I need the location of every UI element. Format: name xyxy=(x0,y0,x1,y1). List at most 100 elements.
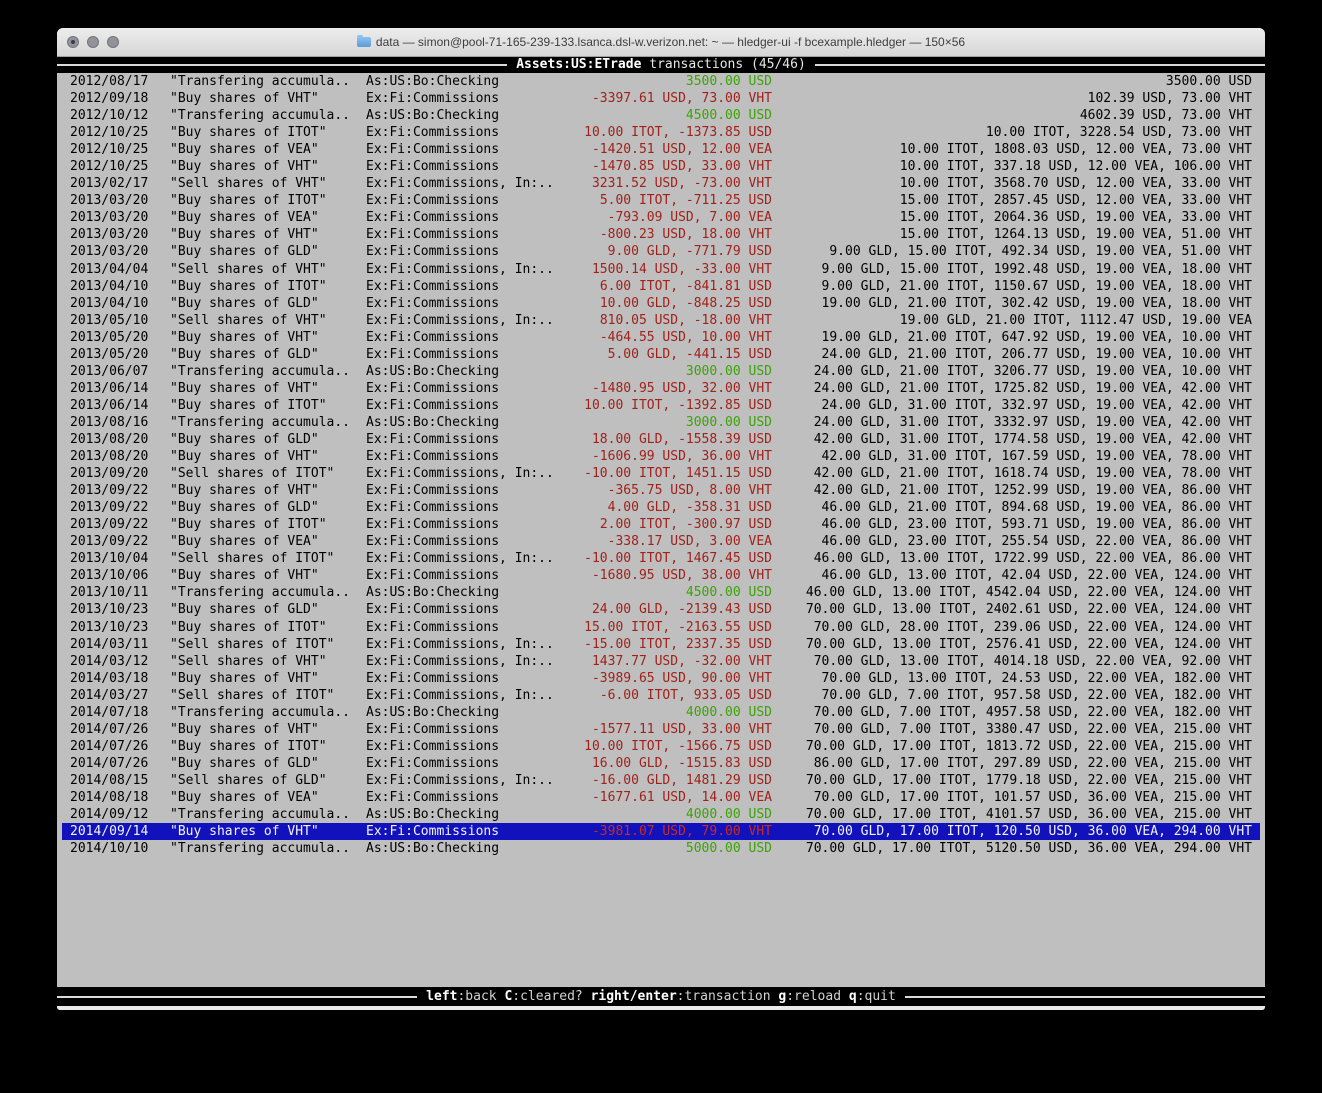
transaction-date: 2014/03/11 xyxy=(70,636,170,653)
transaction-row[interactable]: 2014/03/12 "Sell shares of VHT" Ex:Fi:Co… xyxy=(62,653,1260,670)
other-account: Ex:Fi:Commissions xyxy=(366,346,556,363)
running-balance: 70.00 GLD, 17.00 ITOT, 1779.18 USD, 22.0… xyxy=(772,772,1252,789)
transaction-description: "Sell shares of VHT" xyxy=(170,653,366,670)
transaction-row[interactable]: 2013/03/20 "Buy shares of VHT" Ex:Fi:Com… xyxy=(62,226,1260,243)
transaction-row[interactable]: 2013/08/20 "Buy shares of GLD" Ex:Fi:Com… xyxy=(62,431,1260,448)
amount-change: -800.23 USD, 18.00 VHT xyxy=(556,226,772,243)
transaction-date: 2014/08/18 xyxy=(70,789,170,806)
zoom-button-icon[interactable] xyxy=(107,36,119,48)
window-bottom-edge[interactable] xyxy=(57,1006,1265,1010)
transaction-row[interactable]: 2014/08/18 "Buy shares of VEA" Ex:Fi:Com… xyxy=(62,789,1260,806)
transaction-row[interactable]: 2012/08/17 "Transfering accumula.. As:US… xyxy=(62,73,1260,90)
transaction-description: "Buy shares of VHT" xyxy=(170,670,366,687)
transaction-row[interactable]: 2014/07/26 "Buy shares of ITOT" Ex:Fi:Co… xyxy=(62,738,1260,755)
amount-change: 5.00 ITOT, -711.25 USD xyxy=(556,192,772,209)
transaction-row[interactable]: 2013/09/22 "Buy shares of VHT" Ex:Fi:Com… xyxy=(62,482,1260,499)
other-account: Ex:Fi:Commissions xyxy=(366,209,556,226)
transaction-row[interactable]: 2013/10/04 "Sell shares of ITOT" Ex:Fi:C… xyxy=(62,550,1260,567)
running-balance: 19.00 GLD, 21.00 ITOT, 1112.47 USD, 19.0… xyxy=(772,312,1252,329)
transaction-row[interactable]: 2013/04/04 "Sell shares of VHT" Ex:Fi:Co… xyxy=(62,261,1260,278)
amount-change: 10.00 ITOT, -1566.75 USD xyxy=(556,738,772,755)
other-account: Ex:Fi:Commissions, In:.. xyxy=(366,261,556,278)
other-account: Ex:Fi:Commissions xyxy=(366,533,556,550)
transaction-date: 2013/06/14 xyxy=(70,397,170,414)
transaction-row[interactable]: 2013/10/06 "Buy shares of VHT" Ex:Fi:Com… xyxy=(62,567,1260,584)
transaction-row[interactable]: 2014/09/14 "Buy shares of VHT" Ex:Fi:Com… xyxy=(62,823,1260,840)
transaction-row[interactable]: 2012/10/25 "Buy shares of ITOT" Ex:Fi:Co… xyxy=(62,124,1260,141)
transaction-row[interactable]: 2013/06/07 "Transfering accumula.. As:US… xyxy=(62,363,1260,380)
other-account: Ex:Fi:Commissions, In:.. xyxy=(366,687,556,704)
transaction-description: "Transfering accumula.. xyxy=(170,806,366,823)
transaction-description: "Buy shares of GLD" xyxy=(170,346,366,363)
other-account: As:US:Bo:Checking xyxy=(366,414,556,431)
transaction-row[interactable]: 2014/08/15 "Sell shares of GLD" Ex:Fi:Co… xyxy=(62,772,1260,789)
transaction-date: 2013/03/20 xyxy=(70,192,170,209)
transaction-description: "Sell shares of ITOT" xyxy=(170,550,366,567)
transaction-row[interactable]: 2013/09/22 "Buy shares of GLD" Ex:Fi:Com… xyxy=(62,499,1260,516)
transaction-row[interactable]: 2013/05/10 "Sell shares of VHT" Ex:Fi:Co… xyxy=(62,312,1260,329)
transaction-row[interactable]: 2014/03/27 "Sell shares of ITOT" Ex:Fi:C… xyxy=(62,687,1260,704)
running-balance: 24.00 GLD, 21.00 ITOT, 1725.82 USD, 19.0… xyxy=(772,380,1252,397)
amount-change: 6.00 ITOT, -841.81 USD xyxy=(556,278,772,295)
minimize-button-icon[interactable] xyxy=(87,36,99,48)
close-button-icon[interactable] xyxy=(67,36,79,48)
transaction-row[interactable]: 2013/04/10 "Buy shares of ITOT" Ex:Fi:Co… xyxy=(62,278,1260,295)
other-account: As:US:Bo:Checking xyxy=(366,107,556,124)
transaction-row[interactable]: 2013/10/23 "Buy shares of GLD" Ex:Fi:Com… xyxy=(62,601,1260,618)
transaction-row[interactable]: 2014/09/12 "Transfering accumula.. As:US… xyxy=(62,806,1260,823)
key-hint: q:quit xyxy=(849,989,896,1004)
transaction-row[interactable]: 2012/09/18 "Buy shares of VHT" Ex:Fi:Com… xyxy=(62,90,1260,107)
transaction-row[interactable]: 2013/08/20 "Buy shares of VHT" Ex:Fi:Com… xyxy=(62,448,1260,465)
transaction-row[interactable]: 2013/04/10 "Buy shares of GLD" Ex:Fi:Com… xyxy=(62,295,1260,312)
transaction-row[interactable]: 2013/05/20 "Buy shares of VHT" Ex:Fi:Com… xyxy=(62,329,1260,346)
transaction-description: "Buy shares of ITOT" xyxy=(170,397,366,414)
transaction-description: "Buy shares of VEA" xyxy=(170,141,366,158)
transaction-row[interactable]: 2013/09/22 "Buy shares of ITOT" Ex:Fi:Co… xyxy=(62,516,1260,533)
transaction-row[interactable]: 2013/06/14 "Buy shares of VHT" Ex:Fi:Com… xyxy=(62,380,1260,397)
transaction-description: "Buy shares of GLD" xyxy=(170,755,366,772)
transaction-row[interactable]: 2013/09/22 "Buy shares of VEA" Ex:Fi:Com… xyxy=(62,533,1260,550)
transaction-date: 2014/09/14 xyxy=(70,823,170,840)
transaction-row[interactable]: 2013/02/17 "Sell shares of VHT" Ex:Fi:Co… xyxy=(62,175,1260,192)
transaction-description: "Buy shares of ITOT" xyxy=(170,124,366,141)
transaction-row[interactable]: 2012/10/12 "Transfering accumula.. As:US… xyxy=(62,107,1260,124)
transaction-row[interactable]: 2014/03/18 "Buy shares of VHT" Ex:Fi:Com… xyxy=(62,670,1260,687)
amount-change: 10.00 ITOT, -1373.85 USD xyxy=(556,124,772,141)
transaction-row[interactable]: 2013/09/20 "Sell shares of ITOT" Ex:Fi:C… xyxy=(62,465,1260,482)
transaction-row[interactable]: 2014/07/26 "Buy shares of VHT" Ex:Fi:Com… xyxy=(62,721,1260,738)
transaction-row[interactable]: 2012/10/25 "Buy shares of VEA" Ex:Fi:Com… xyxy=(62,141,1260,158)
transaction-description: "Buy shares of VHT" xyxy=(170,90,366,107)
transaction-row[interactable]: 2013/06/14 "Buy shares of ITOT" Ex:Fi:Co… xyxy=(62,397,1260,414)
transaction-date: 2013/10/11 xyxy=(70,584,170,601)
transaction-row[interactable]: 2013/10/23 "Buy shares of ITOT" Ex:Fi:Co… xyxy=(62,619,1260,636)
terminal-window: data — simon@pool-71-165-239-133.lsanca.… xyxy=(57,28,1265,1010)
transaction-row[interactable]: 2013/03/20 "Buy shares of VEA" Ex:Fi:Com… xyxy=(62,209,1260,226)
transaction-row[interactable]: 2013/03/20 "Buy shares of ITOT" Ex:Fi:Co… xyxy=(62,192,1260,209)
transaction-description: "Transfering accumula.. xyxy=(170,73,366,90)
running-balance: 42.00 GLD, 21.00 ITOT, 1252.99 USD, 19.0… xyxy=(772,482,1252,499)
transaction-row[interactable]: 2014/10/10 "Transfering accumula.. As:US… xyxy=(62,840,1260,857)
transaction-row[interactable]: 2013/03/20 "Buy shares of GLD" Ex:Fi:Com… xyxy=(62,243,1260,260)
transaction-row[interactable]: 2014/03/11 "Sell shares of ITOT" Ex:Fi:C… xyxy=(62,636,1260,653)
transaction-row[interactable]: 2013/08/16 "Transfering accumula.. As:US… xyxy=(62,414,1260,431)
transaction-description: "Buy shares of ITOT" xyxy=(170,192,366,209)
transaction-description: "Buy shares of ITOT" xyxy=(170,738,366,755)
transaction-row[interactable]: 2014/07/26 "Buy shares of GLD" Ex:Fi:Com… xyxy=(62,755,1260,772)
screen-title-account: Assets:US:ETrade xyxy=(516,57,641,72)
transaction-date: 2013/04/04 xyxy=(70,261,170,278)
other-account: Ex:Fi:Commissions xyxy=(366,278,556,295)
transaction-row[interactable]: 2014/07/18 "Transfering accumula.. As:US… xyxy=(62,704,1260,721)
transaction-date: 2013/10/23 xyxy=(70,619,170,636)
other-account: Ex:Fi:Commissions xyxy=(366,295,556,312)
other-account: As:US:Bo:Checking xyxy=(366,73,556,90)
running-balance: 24.00 GLD, 21.00 ITOT, 206.77 USD, 19.00… xyxy=(772,346,1252,363)
amount-change: 18.00 GLD, -1558.39 USD xyxy=(556,431,772,448)
amount-change: -1606.99 USD, 36.00 VHT xyxy=(556,448,772,465)
other-account: Ex:Fi:Commissions, In:.. xyxy=(366,772,556,789)
other-account: Ex:Fi:Commissions, In:.. xyxy=(366,312,556,329)
transaction-row[interactable]: 2012/10/25 "Buy shares of VHT" Ex:Fi:Com… xyxy=(62,158,1260,175)
transaction-row[interactable]: 2013/05/20 "Buy shares of GLD" Ex:Fi:Com… xyxy=(62,346,1260,363)
transaction-description: "Buy shares of ITOT" xyxy=(170,619,366,636)
transaction-date: 2012/10/12 xyxy=(70,107,170,124)
transaction-row[interactable]: 2013/10/11 "Transfering accumula.. As:US… xyxy=(62,584,1260,601)
